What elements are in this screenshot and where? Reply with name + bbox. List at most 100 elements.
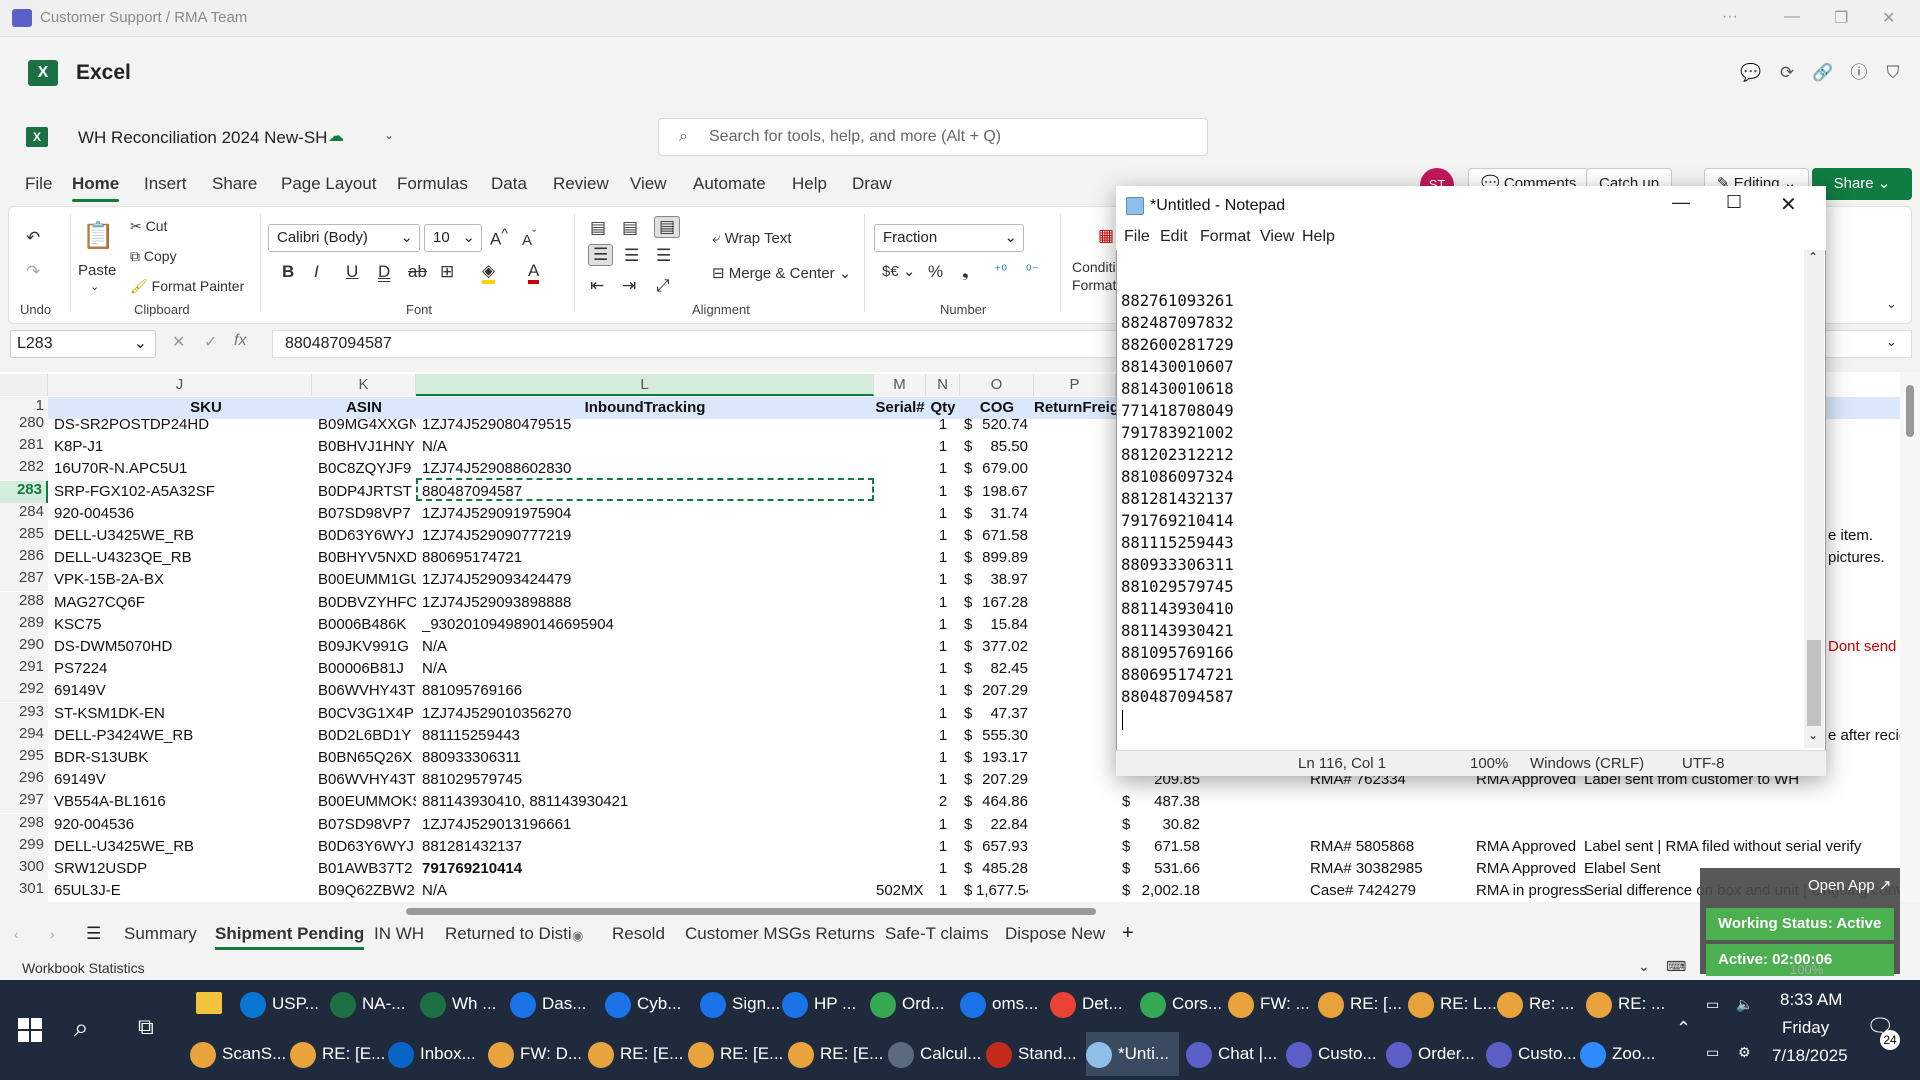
taskbar-button[interactable]: Chat |...	[1186, 1032, 1277, 1076]
taskbar-button[interactable]: RE: [E...	[688, 1032, 783, 1076]
cell-tracking[interactable]: 880695174721	[422, 547, 870, 569]
taskbar-button[interactable]: *Unti...	[1086, 1032, 1180, 1076]
cell-cog[interactable]: 377.02	[976, 636, 1028, 658]
cell-asin[interactable]: B0D63Y6WYJ	[318, 836, 416, 858]
taskbar-button[interactable]: Inbox...	[388, 1032, 476, 1076]
cell-qty[interactable]: 1	[926, 725, 960, 747]
task-view-icon[interactable]: ⧉	[138, 1014, 154, 1040]
borders-icon[interactable]: ⊞	[440, 262, 454, 282]
cell-qty[interactable]: 1	[926, 414, 960, 436]
row-number[interactable]: 296	[0, 769, 48, 792]
paste-button[interactable]: Paste	[78, 262, 116, 279]
cell-qty[interactable]: 1	[926, 769, 960, 791]
align-middle-icon[interactable]: ▤	[622, 218, 638, 238]
notepad-menu-edit[interactable]: Edit	[1160, 228, 1188, 246]
notepad-menu-file[interactable]: File	[1124, 228, 1150, 246]
cell-amount-currency[interactable]: $	[1122, 814, 1136, 836]
cell-asin[interactable]: B0DP4JRTST	[318, 481, 416, 503]
cell-cog[interactable]: 193.17	[976, 747, 1028, 769]
cell-asin[interactable]: B00006B81J	[318, 658, 416, 680]
cell-sku[interactable]: 920-004536	[54, 503, 304, 525]
font-name-select[interactable]: Calibri (Body) ⌄	[268, 224, 420, 252]
cell-tracking[interactable]: 1ZJ74J529010356270	[422, 703, 870, 725]
tab-view[interactable]: View	[630, 174, 667, 194]
cell-cog[interactable]: 207.29	[976, 769, 1028, 791]
tab-insert[interactable]: Insert	[144, 174, 187, 194]
taskbar-button[interactable]: RE: [E...	[588, 1032, 683, 1076]
col-header-o[interactable]: O	[960, 374, 1034, 396]
cell-qty[interactable]: 1	[926, 481, 960, 503]
cell-tracking[interactable]: 881029579745	[422, 769, 870, 791]
cell-qty[interactable]: 1	[926, 836, 960, 858]
row-number[interactable]: 299	[0, 835, 48, 858]
row-number[interactable]: 293	[0, 702, 48, 725]
col-header-j[interactable]: J	[48, 374, 312, 396]
cell-qty[interactable]: 1	[926, 658, 960, 680]
cell-asin[interactable]: B0DBVZYHFC	[318, 592, 416, 614]
cell-notes[interactable]: e item.	[1828, 525, 1900, 547]
undo-icon[interactable]: ↶	[26, 228, 40, 248]
cell-asin[interactable]: B09Q62ZBW2	[318, 880, 416, 902]
notepad-menu-view[interactable]: View	[1260, 228, 1294, 246]
cell-asin[interactable]: B06WVHY43T	[318, 769, 416, 791]
cell-sku[interactable]: ST-KSM1DK-EN	[54, 703, 304, 725]
share-button[interactable]: Share ⌄	[1812, 168, 1912, 200]
cell-cog[interactable]: 520.74	[976, 414, 1028, 436]
sheet-tab-resold[interactable]: Resold	[612, 924, 665, 944]
taskbar-button[interactable]: Calcul...	[888, 1032, 981, 1076]
taskbar-button[interactable]: Ord...	[870, 982, 945, 1026]
taskbar-button[interactable]: Det...	[1050, 982, 1123, 1026]
cell-tracking[interactable]: N/A	[422, 880, 870, 902]
sheet-tab-safe-t[interactable]: Safe-T claims	[885, 924, 989, 944]
sheet-prev-icon[interactable]: ‹	[14, 926, 19, 942]
cell-amount[interactable]: 30.82	[1138, 814, 1200, 836]
taskbar-button[interactable]: Cyb...	[605, 982, 681, 1026]
clock-date[interactable]: 7/18/2025	[1772, 1046, 1848, 1066]
info-icon[interactable]: ⓘ	[1848, 62, 1870, 84]
row-number[interactable]: 300	[0, 858, 48, 880]
cell-tracking[interactable]: 881095769166	[422, 680, 870, 702]
taskbar-button[interactable]: Stand...	[986, 1032, 1077, 1076]
italic-icon[interactable]: I	[314, 262, 319, 282]
notepad-titlebar[interactable]: *Untitled - Notepad — ☐ ✕	[1116, 186, 1826, 226]
cell-sku[interactable]: DS-SR2POSTDP24HD	[54, 414, 304, 436]
all-sheets-icon[interactable]: ☰	[86, 924, 101, 944]
taskbar-button[interactable]: FW: D...	[488, 1032, 582, 1076]
cell-tracking[interactable]: 1ZJ74J529013196661	[422, 814, 870, 836]
taskbar-button[interactable]: RE: [...	[1318, 982, 1402, 1026]
taskbar-button[interactable]: FW: ...	[1228, 982, 1310, 1026]
status-chevron-icon[interactable]: ⌄	[1638, 958, 1650, 975]
comma-icon[interactable]: ❟	[962, 262, 969, 282]
cell-asin[interactable]: B0D2L6BD1Y	[318, 725, 416, 747]
format-painter-button[interactable]: 🖌 Format Painter	[130, 278, 244, 295]
working-status[interactable]: Working Status: Active	[1706, 908, 1894, 940]
cell-sku[interactable]: VPK-15B-2A-BX	[54, 569, 304, 591]
clock-time[interactable]: 8:33 AM	[1780, 990, 1842, 1010]
cell-tracking[interactable]: 1ZJ74J529093898888	[422, 592, 870, 614]
notepad-maximize-icon[interactable]: ☐	[1726, 192, 1742, 213]
windows-start-icon[interactable]	[18, 1018, 42, 1042]
taskbar-button[interactable]: USP...	[240, 982, 319, 1026]
sheet-tab-returned-to-disti[interactable]: Returned to Disti	[445, 924, 572, 944]
row-number[interactable]: 289	[0, 613, 48, 636]
maximize-icon[interactable]: ❐	[1834, 8, 1848, 28]
taskbar-button[interactable]: Das...	[510, 982, 586, 1026]
enter-icon[interactable]: ✓	[204, 332, 217, 352]
cell-cog[interactable]: 1,677.54	[976, 880, 1028, 902]
row-number[interactable]: 298	[0, 813, 48, 836]
row-number[interactable]: 301	[0, 880, 48, 903]
cell-sku[interactable]: SRP-FGX102-A5A32SF	[54, 481, 304, 503]
align-center-icon[interactable]: ☰	[624, 246, 639, 266]
wrap-text-button[interactable]: ⤶ Wrap Text	[712, 230, 792, 247]
tab-page-layout[interactable]: Page Layout	[281, 174, 376, 194]
decrease-indent-icon[interactable]: ⇤	[590, 276, 604, 296]
number-format-select[interactable]: Fraction ⌄	[874, 224, 1024, 252]
add-sheet-icon[interactable]: +	[1122, 922, 1134, 945]
cell-tracking[interactable]: N/A	[422, 658, 870, 680]
workbook-statistics[interactable]: Workbook Statistics	[22, 960, 145, 976]
cell-cog[interactable]: 31.74	[976, 503, 1028, 525]
row-number[interactable]: 284	[0, 502, 48, 525]
tab-automate[interactable]: Automate	[693, 174, 766, 194]
cell-rma[interactable]: Case# 7424279	[1310, 880, 1460, 902]
row-number[interactable]: 288	[0, 591, 48, 614]
